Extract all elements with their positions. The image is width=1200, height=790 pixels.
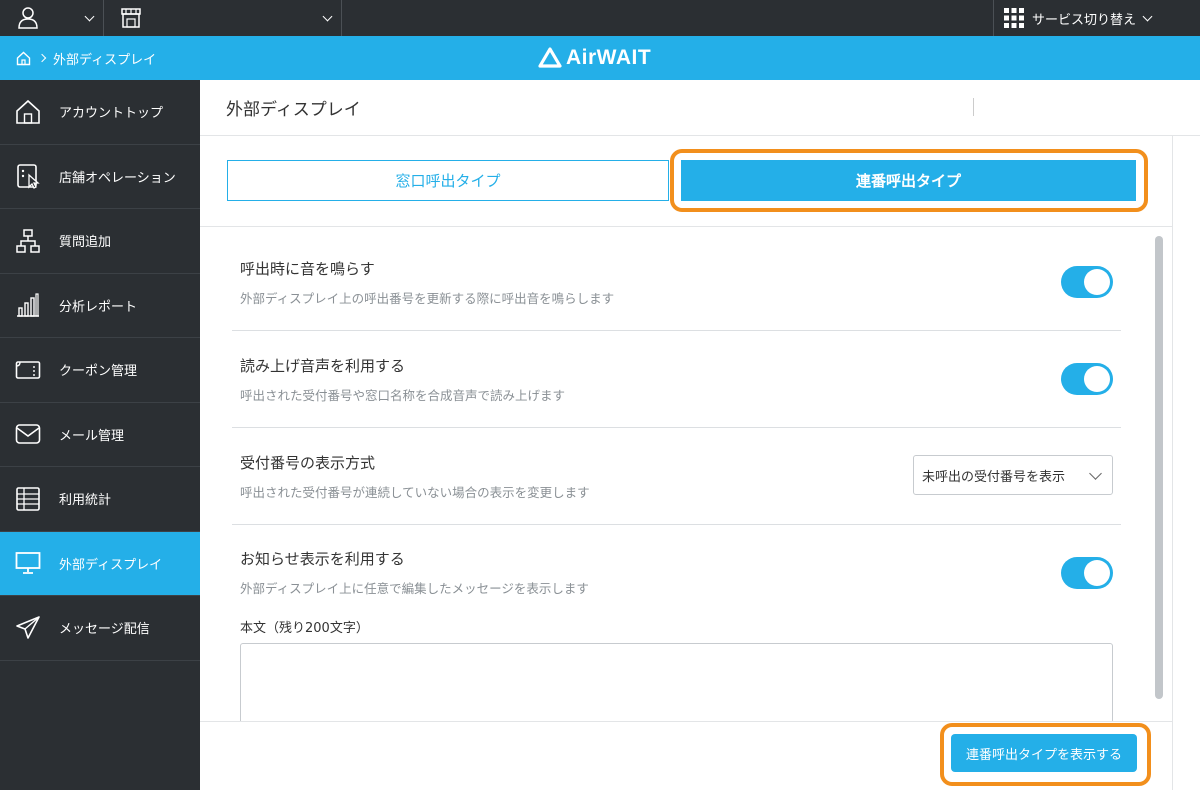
chevron-down-icon	[84, 11, 95, 21]
user-icon	[18, 7, 38, 29]
service-switch-label: サービス切り替え	[1032, 12, 1137, 28]
chevron-down-icon	[1142, 11, 1153, 21]
settings-list: 呼出時に音を鳴らす 外部ディスプレイ上の呼出番号を更新する際に呼出音を鳴らします…	[200, 228, 1172, 721]
sidebar-item-store-operation[interactable]: 店舗オペレーション	[0, 145, 200, 209]
setting-row-call-sound: 呼出時に音を鳴らす 外部ディスプレイ上の呼出番号を更新する際に呼出音を鳴らします	[232, 228, 1121, 331]
breadcrumb-current: 外部ディスプレイ	[53, 52, 157, 68]
display-type-tabs: 窓口呼出タイプ 連番呼出タイプ	[200, 137, 1172, 227]
sidebar-item-external-display[interactable]: 外部ディスプレイ	[0, 531, 200, 596]
setting-row-voice-readout: 読み上げ音声を利用する 呼出された受付番号や窓口名称を合成音声で読み上げます	[232, 331, 1121, 428]
sidebar-item-label: 外部ディスプレイ	[59, 557, 163, 573]
scrollbar-thumb[interactable]	[1155, 236, 1163, 699]
sidebar-item-message-delivery[interactable]: メッセージ配信	[0, 596, 200, 661]
home-icon[interactable]	[16, 51, 31, 66]
sidebar-item-analytics-report[interactable]: 分析レポート	[0, 274, 200, 338]
chevron-right-icon	[37, 53, 47, 63]
app-logo: AirWAIT	[538, 36, 651, 80]
sidebar: アカウントトップ 店舗オペレーション 質問追加 分析レポート クーポン管理 メー…	[0, 80, 200, 790]
app-header: 外部ディスプレイ AirWAIT	[0, 36, 1200, 80]
setting-title: お知らせ表示を利用する	[240, 550, 405, 568]
notice-toggle[interactable]	[1061, 557, 1113, 589]
setting-description: 呼出された受付番号や窓口名称を合成音声で読み上げます	[240, 388, 566, 403]
setting-description: 呼出された受付番号が連続していない場合の表示を変更します	[240, 485, 590, 500]
setting-row-number-display: 受付番号の表示方式 呼出された受付番号が連続していない場合の表示を変更します 未…	[232, 428, 1121, 525]
select-value: 未呼出の受付番号を表示	[922, 469, 1066, 485]
account-menu[interactable]	[0, 0, 104, 36]
header-divider	[973, 98, 974, 116]
sidebar-item-label: メール管理	[59, 428, 125, 444]
number-display-select[interactable]: 未呼出の受付番号を表示	[913, 455, 1113, 495]
sidebar-item-label: アカウントトップ	[59, 106, 164, 122]
voice-readout-toggle[interactable]	[1061, 363, 1113, 395]
sidebar-item-label: 質問追加	[59, 235, 112, 251]
sidebar-item-label: 店舗オペレーション	[59, 170, 176, 186]
sidebar-item-usage-stats[interactable]: 利用統計	[0, 467, 200, 532]
hierarchy-icon	[14, 227, 42, 255]
coupon-icon	[14, 356, 42, 384]
scrollbar[interactable]	[1155, 236, 1163, 721]
setting-row-notice: お知らせ表示を利用する 外部ディスプレイ上に任意で編集したメッセージを表示します	[232, 525, 1121, 611]
tablet-touch-icon	[14, 162, 42, 190]
sidebar-item-label: メッセージ配信	[59, 622, 150, 638]
store-selector[interactable]	[104, 0, 342, 36]
setting-title: 読み上げ音声を利用する	[240, 357, 406, 375]
right-gutter	[1172, 136, 1200, 790]
body-text-label: 本文（残り200文字）	[240, 621, 369, 636]
sidebar-item-label: 分析レポート	[59, 299, 138, 315]
main-panel: 外部ディスプレイ 窓口呼出タイプ 連番呼出タイプ 呼出時に音を鳴らす 外部ディス…	[200, 80, 1200, 790]
body-text-input[interactable]	[240, 643, 1113, 721]
tab-window-call-type[interactable]: 窓口呼出タイプ	[227, 160, 669, 201]
setting-description: 外部ディスプレイ上に任意で編集したメッセージを表示します	[240, 581, 589, 596]
sidebar-item-add-question[interactable]: 質問追加	[0, 209, 200, 274]
home-icon	[14, 98, 42, 126]
sidebar-item-label: クーポン管理	[59, 364, 138, 380]
mail-icon	[14, 420, 42, 448]
page-header: 外部ディスプレイ	[200, 80, 1200, 136]
breadcrumb: 外部ディスプレイ	[16, 36, 156, 80]
service-switch-button[interactable]: サービス切り替え	[993, 0, 1200, 36]
page-title: 外部ディスプレイ	[226, 100, 361, 120]
paper-plane-icon	[14, 614, 42, 642]
highlight-frame	[940, 723, 1151, 786]
call-sound-toggle[interactable]	[1061, 266, 1113, 298]
setting-description: 外部ディスプレイ上の呼出番号を更新する際に呼出音を鳴らします	[240, 291, 615, 306]
logo-mark-icon	[538, 47, 562, 68]
monitor-icon	[14, 549, 42, 577]
highlight-frame	[670, 149, 1148, 212]
store-icon	[121, 8, 141, 28]
footer-bar: 連番呼出タイプを表示する	[200, 721, 1172, 790]
grid-icon	[1004, 8, 1024, 28]
sidebar-item-mail[interactable]: メール管理	[0, 403, 200, 467]
logo-text: AirWAIT	[566, 46, 652, 69]
sidebar-item-label: 利用統計	[59, 493, 112, 509]
chevron-down-icon	[1089, 467, 1102, 480]
setting-title: 呼出時に音を鳴らす	[240, 260, 375, 278]
table-icon	[14, 485, 42, 513]
sidebar-item-account-top[interactable]: アカウントトップ	[0, 80, 200, 145]
bar-chart-icon	[14, 291, 42, 319]
top-bar: サービス切り替え	[0, 0, 1200, 36]
setting-title: 受付番号の表示方式	[240, 454, 376, 472]
chevron-down-icon	[322, 11, 333, 21]
sidebar-item-coupon[interactable]: クーポン管理	[0, 338, 200, 403]
